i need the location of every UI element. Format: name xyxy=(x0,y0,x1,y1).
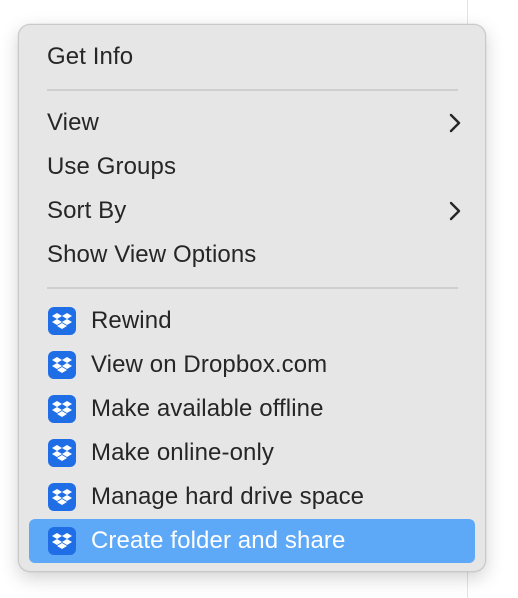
dropbox-icon xyxy=(48,483,76,511)
chevron-right-icon xyxy=(449,101,461,145)
dropbox-icon xyxy=(48,351,76,379)
menu-item-label: Create folder and share xyxy=(91,527,346,554)
dropbox-icon xyxy=(48,307,76,335)
menu-item-label: Get Info xyxy=(47,43,134,70)
menu-item-label: Make online-only xyxy=(91,439,275,466)
menu-item-make-online-only[interactable]: Make online-only xyxy=(29,431,475,475)
menu-item-manage-hard-drive-space[interactable]: Manage hard drive space xyxy=(29,475,475,519)
menu-item-label: Rewind xyxy=(91,307,172,334)
menu-item-use-groups[interactable]: Use Groups xyxy=(29,145,475,189)
context-menu: Get Info View Use Groups Sort By Show Vi… xyxy=(18,24,486,572)
chevron-right-icon xyxy=(449,189,461,233)
menu-item-label: Use Groups xyxy=(47,153,177,180)
dropbox-icon xyxy=(48,527,76,555)
menu-separator xyxy=(47,89,458,91)
menu-item-label: Manage hard drive space xyxy=(91,483,365,510)
menu-item-view[interactable]: View xyxy=(29,101,475,145)
menu-item-label: Make available offline xyxy=(91,395,324,422)
menu-item-create-folder-and-share[interactable]: Create folder and share xyxy=(29,519,475,563)
menu-item-label: Show View Options xyxy=(47,241,257,268)
menu-separator xyxy=(47,287,458,289)
menu-item-label: View on Dropbox.com xyxy=(91,351,328,378)
menu-item-get-info[interactable]: Get Info xyxy=(29,35,475,79)
menu-item-make-available-offline[interactable]: Make available offline xyxy=(29,387,475,431)
menu-item-show-view-options[interactable]: Show View Options xyxy=(29,233,475,277)
dropbox-icon xyxy=(48,395,76,423)
menu-item-label: Sort By xyxy=(47,197,127,224)
menu-item-view-on-dropbox[interactable]: View on Dropbox.com xyxy=(29,343,475,387)
dropbox-icon xyxy=(48,439,76,467)
menu-item-label: View xyxy=(47,109,99,136)
menu-item-rewind[interactable]: Rewind xyxy=(29,299,475,343)
menu-item-sort-by[interactable]: Sort By xyxy=(29,189,475,233)
